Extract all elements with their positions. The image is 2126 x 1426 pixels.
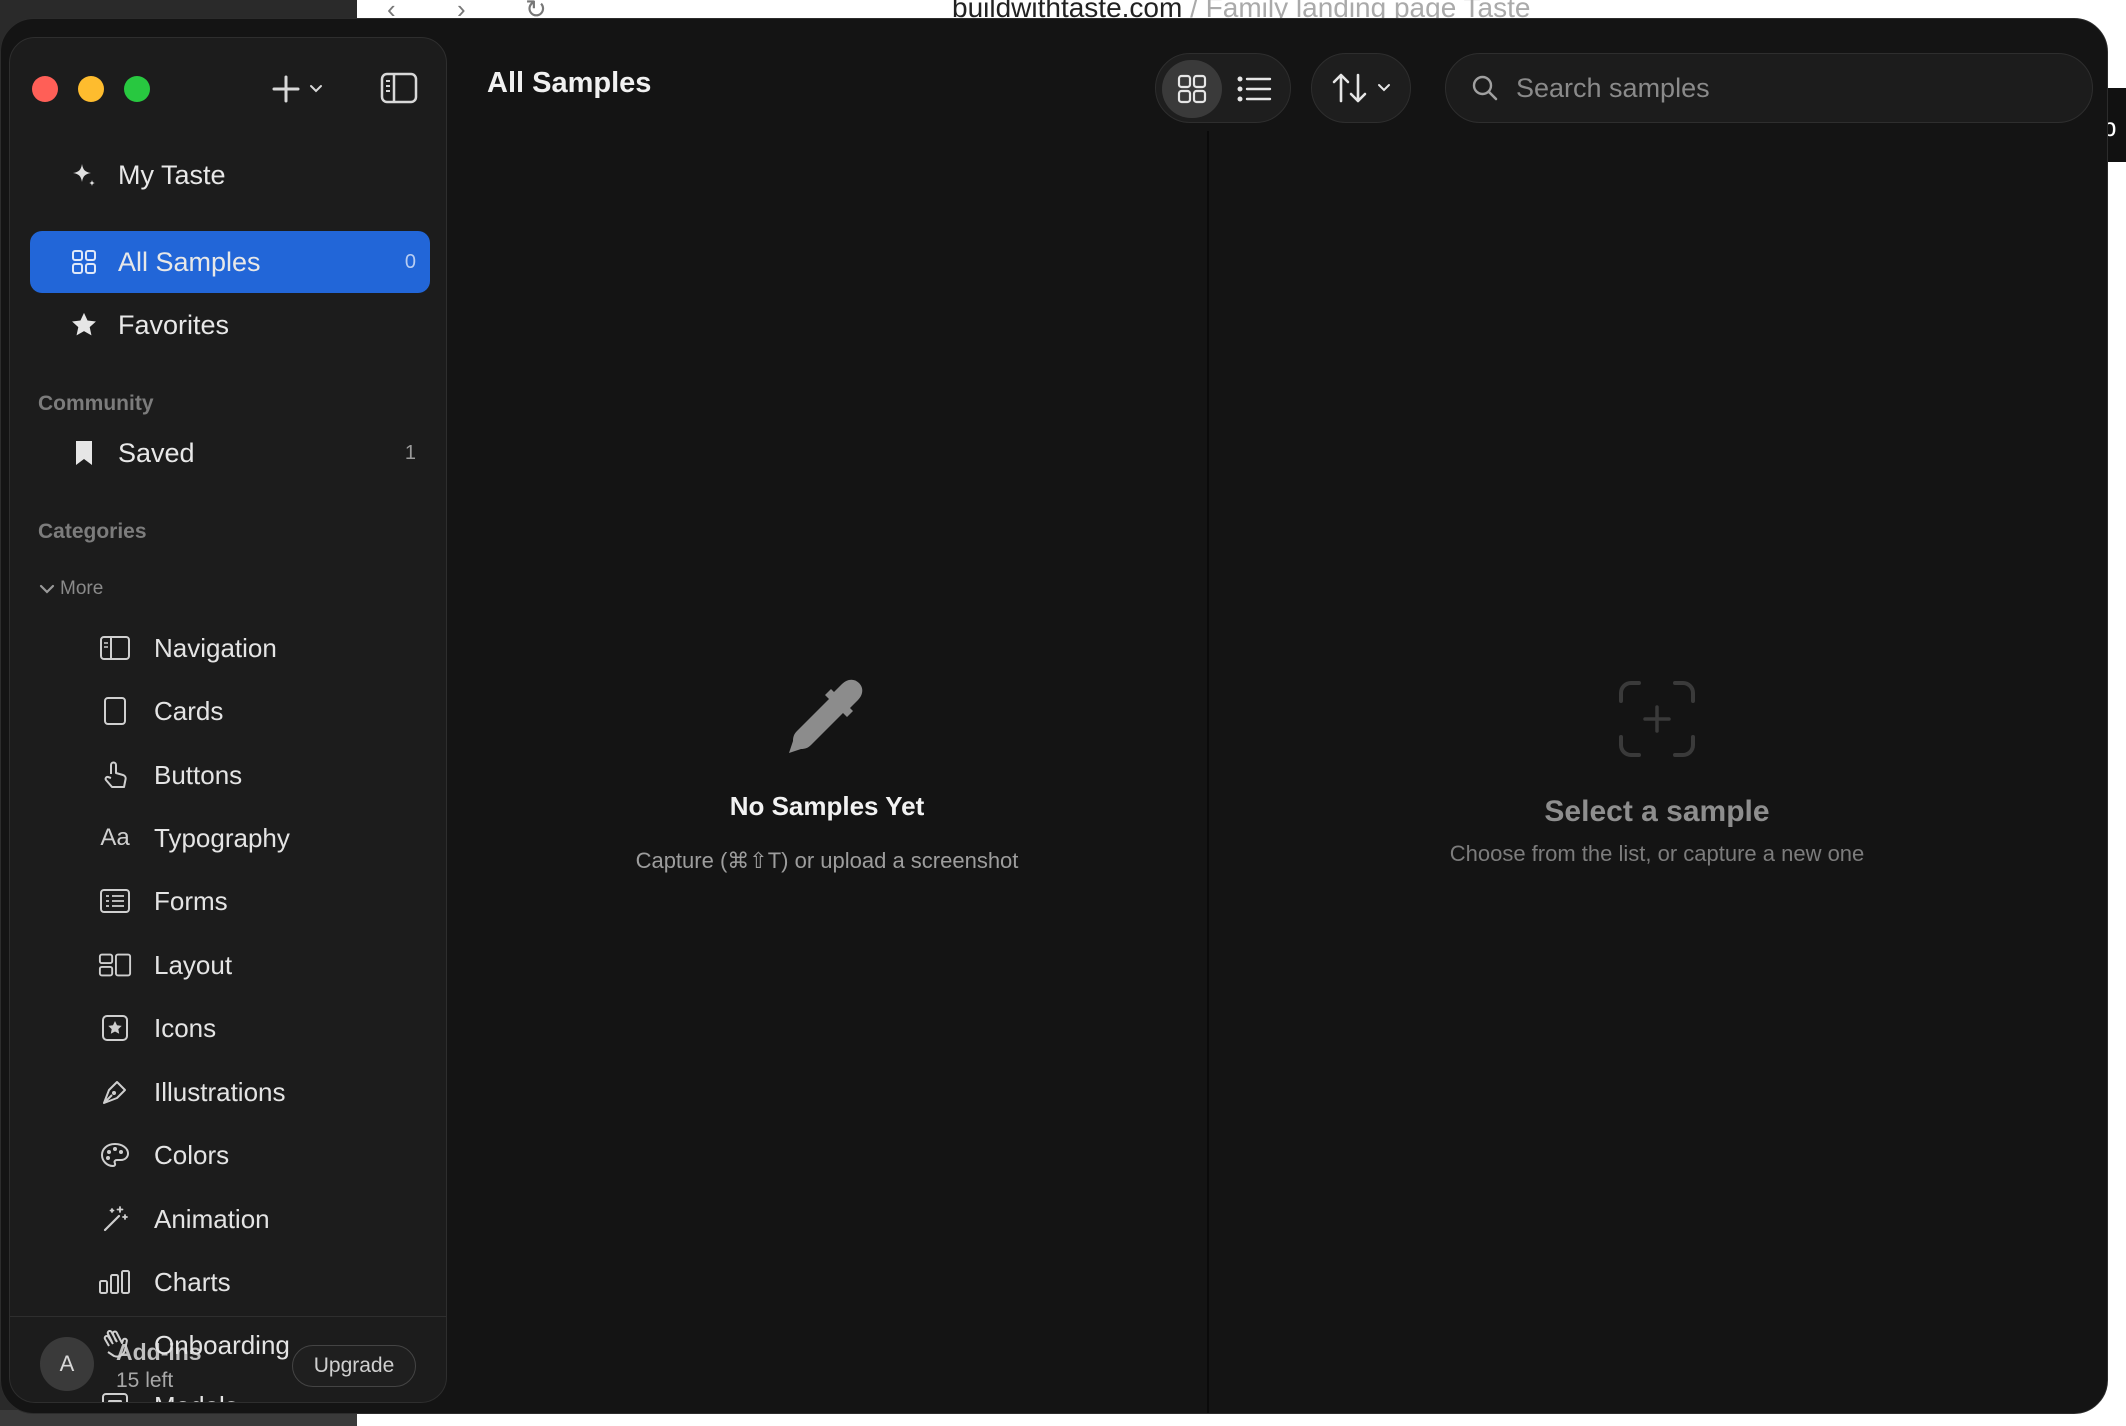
sidebar-layout-icon — [98, 631, 132, 665]
card-icon — [98, 694, 132, 728]
bookmark-icon — [70, 439, 98, 467]
detail-placeholder: Select a sample Choose from the list, or… — [1357, 679, 1957, 867]
sidebar-item-saved[interactable]: Saved 1 — [30, 422, 430, 484]
category-typography[interactable]: Aa Typography — [74, 810, 414, 866]
sidebar-item-label: Favorites — [118, 309, 230, 340]
sidebar-toggle-icon — [380, 72, 418, 104]
layout-icon — [98, 948, 132, 982]
panel-divider[interactable] — [1207, 131, 1209, 1413]
category-label: Charts — [154, 1266, 231, 1297]
category-forms[interactable]: Forms — [74, 873, 414, 929]
category-label: Typography — [154, 822, 290, 853]
view-mode-toggle — [1155, 53, 1291, 123]
category-cards[interactable]: Cards — [74, 683, 414, 739]
pointer-hand-icon — [98, 758, 132, 792]
category-label: Illustrations — [154, 1076, 286, 1107]
form-list-icon — [98, 884, 132, 918]
sort-button[interactable] — [1311, 53, 1411, 123]
sort-arrows-icon — [1332, 73, 1367, 103]
waving-hand-icon — [98, 1328, 132, 1362]
page-title: All Samples — [487, 67, 652, 99]
sidebar-item-count: 1 — [404, 441, 416, 464]
capture-frame-icon — [1357, 679, 1957, 771]
pen-nib-icon — [98, 1075, 132, 1109]
category-label: Icons — [154, 1012, 217, 1043]
category-modals[interactable]: Modals — [74, 1378, 238, 1403]
more-label: More — [60, 578, 104, 599]
more-toggle[interactable]: More — [38, 578, 103, 600]
search-icon — [1472, 75, 1498, 101]
empty-state-subtitle: Capture (⌘⇧T) or upload a screenshot — [635, 848, 1019, 873]
category-charts[interactable]: Charts — [74, 1254, 414, 1310]
sidebar-item-label: All Samples — [118, 246, 261, 277]
detail-placeholder-title: Select a sample — [1544, 795, 1770, 828]
category-label: Onboarding — [154, 1329, 290, 1360]
category-label: Animation — [154, 1203, 270, 1234]
chevron-down-icon — [1378, 84, 1390, 92]
sidebar-item-my-taste[interactable]: My Taste — [30, 144, 430, 206]
category-label: Buttons — [154, 759, 243, 790]
category-label: Layout — [154, 949, 233, 980]
search-bar — [1445, 53, 2093, 123]
search-input[interactable] — [1516, 72, 2076, 104]
star-icon — [70, 311, 98, 339]
upgrade-button[interactable]: Upgrade — [292, 1345, 416, 1387]
chevron-down-icon — [310, 85, 322, 93]
bar-chart-icon — [98, 1265, 132, 1299]
category-label: Modals — [154, 1391, 238, 1403]
category-navigation[interactable]: Navigation — [74, 620, 414, 676]
palette-icon — [98, 1138, 132, 1172]
list-view-button[interactable] — [1224, 60, 1284, 118]
category-label: Forms — [154, 885, 228, 916]
grid-view-button[interactable] — [1162, 60, 1222, 118]
section-label-categories: Categories — [38, 520, 147, 543]
category-illustrations[interactable]: Illustrations — [74, 1064, 414, 1120]
magic-wand-icon — [98, 1202, 132, 1236]
sparkle-icon — [70, 161, 98, 189]
minimize-window-button[interactable] — [78, 76, 104, 102]
sidebar-item-all-samples[interactable]: All Samples 0 — [30, 231, 430, 293]
app-window: My Taste All Samples 0 Favorites Communi… — [0, 18, 2108, 1414]
sidebar-item-count: 0 — [404, 250, 416, 273]
chevron-down-icon — [39, 584, 55, 594]
star-square-icon — [98, 1011, 132, 1045]
category-label: Navigation — [154, 632, 277, 663]
category-label: Cards — [154, 695, 224, 726]
list-view-icon — [1237, 76, 1272, 102]
sidebar-item-label: My Taste — [118, 159, 226, 190]
grid-icon — [70, 248, 98, 276]
empty-state-title: No Samples Yet — [729, 791, 925, 821]
toggle-sidebar-button[interactable] — [380, 72, 418, 109]
plus-icon — [272, 75, 300, 103]
category-colors[interactable]: Colors — [74, 1127, 414, 1183]
zoom-window-button[interactable] — [124, 76, 150, 102]
category-icons[interactable]: Icons — [74, 1000, 414, 1056]
sidebar-item-label: Saved — [118, 437, 195, 468]
close-window-button[interactable] — [32, 76, 58, 102]
modal-window-icon — [98, 1389, 132, 1402]
grid-view-icon — [1177, 74, 1207, 104]
detail-placeholder-subtitle: Choose from the list, or capture a new o… — [1449, 841, 1865, 866]
empty-state: No Samples Yet Capture (⌘⇧T) or upload a… — [527, 675, 1127, 874]
text-aa-icon: Aa — [100, 824, 130, 851]
sidebar: My Taste All Samples 0 Favorites Communi… — [9, 37, 447, 1403]
category-buttons[interactable]: Buttons — [74, 747, 414, 803]
eyedropper-icon — [527, 675, 1127, 771]
category-label: Colors — [154, 1139, 230, 1170]
category-layout[interactable]: Layout — [74, 937, 414, 993]
add-menu-button[interactable] — [270, 68, 324, 110]
sidebar-item-favorites[interactable]: Favorites — [30, 294, 430, 356]
section-label-community: Community — [38, 392, 154, 415]
category-animation[interactable]: Animation — [74, 1191, 414, 1247]
category-onboarding[interactable]: Onboarding — [74, 1317, 290, 1373]
